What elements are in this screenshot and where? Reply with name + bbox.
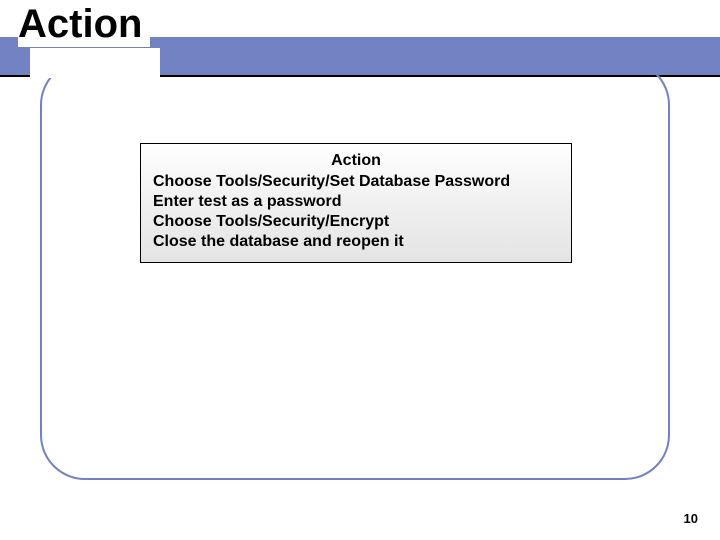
content-frame xyxy=(40,60,670,480)
action-box: Action Choose Tools/Security/Set Databas… xyxy=(140,143,572,263)
title-mask xyxy=(30,48,160,78)
slide-title: Action xyxy=(18,2,150,47)
action-step: Choose Tools/Security/Encrypt xyxy=(153,212,559,232)
slide: Action Action Choose Tools/Security/Set … xyxy=(0,0,720,540)
action-step: Close the database and reopen it xyxy=(153,232,559,252)
action-step: Choose Tools/Security/Set Database Passw… xyxy=(153,172,559,192)
page-number: 10 xyxy=(684,511,698,526)
action-step: Enter test as a password xyxy=(153,192,559,212)
action-heading: Action xyxy=(153,152,559,170)
